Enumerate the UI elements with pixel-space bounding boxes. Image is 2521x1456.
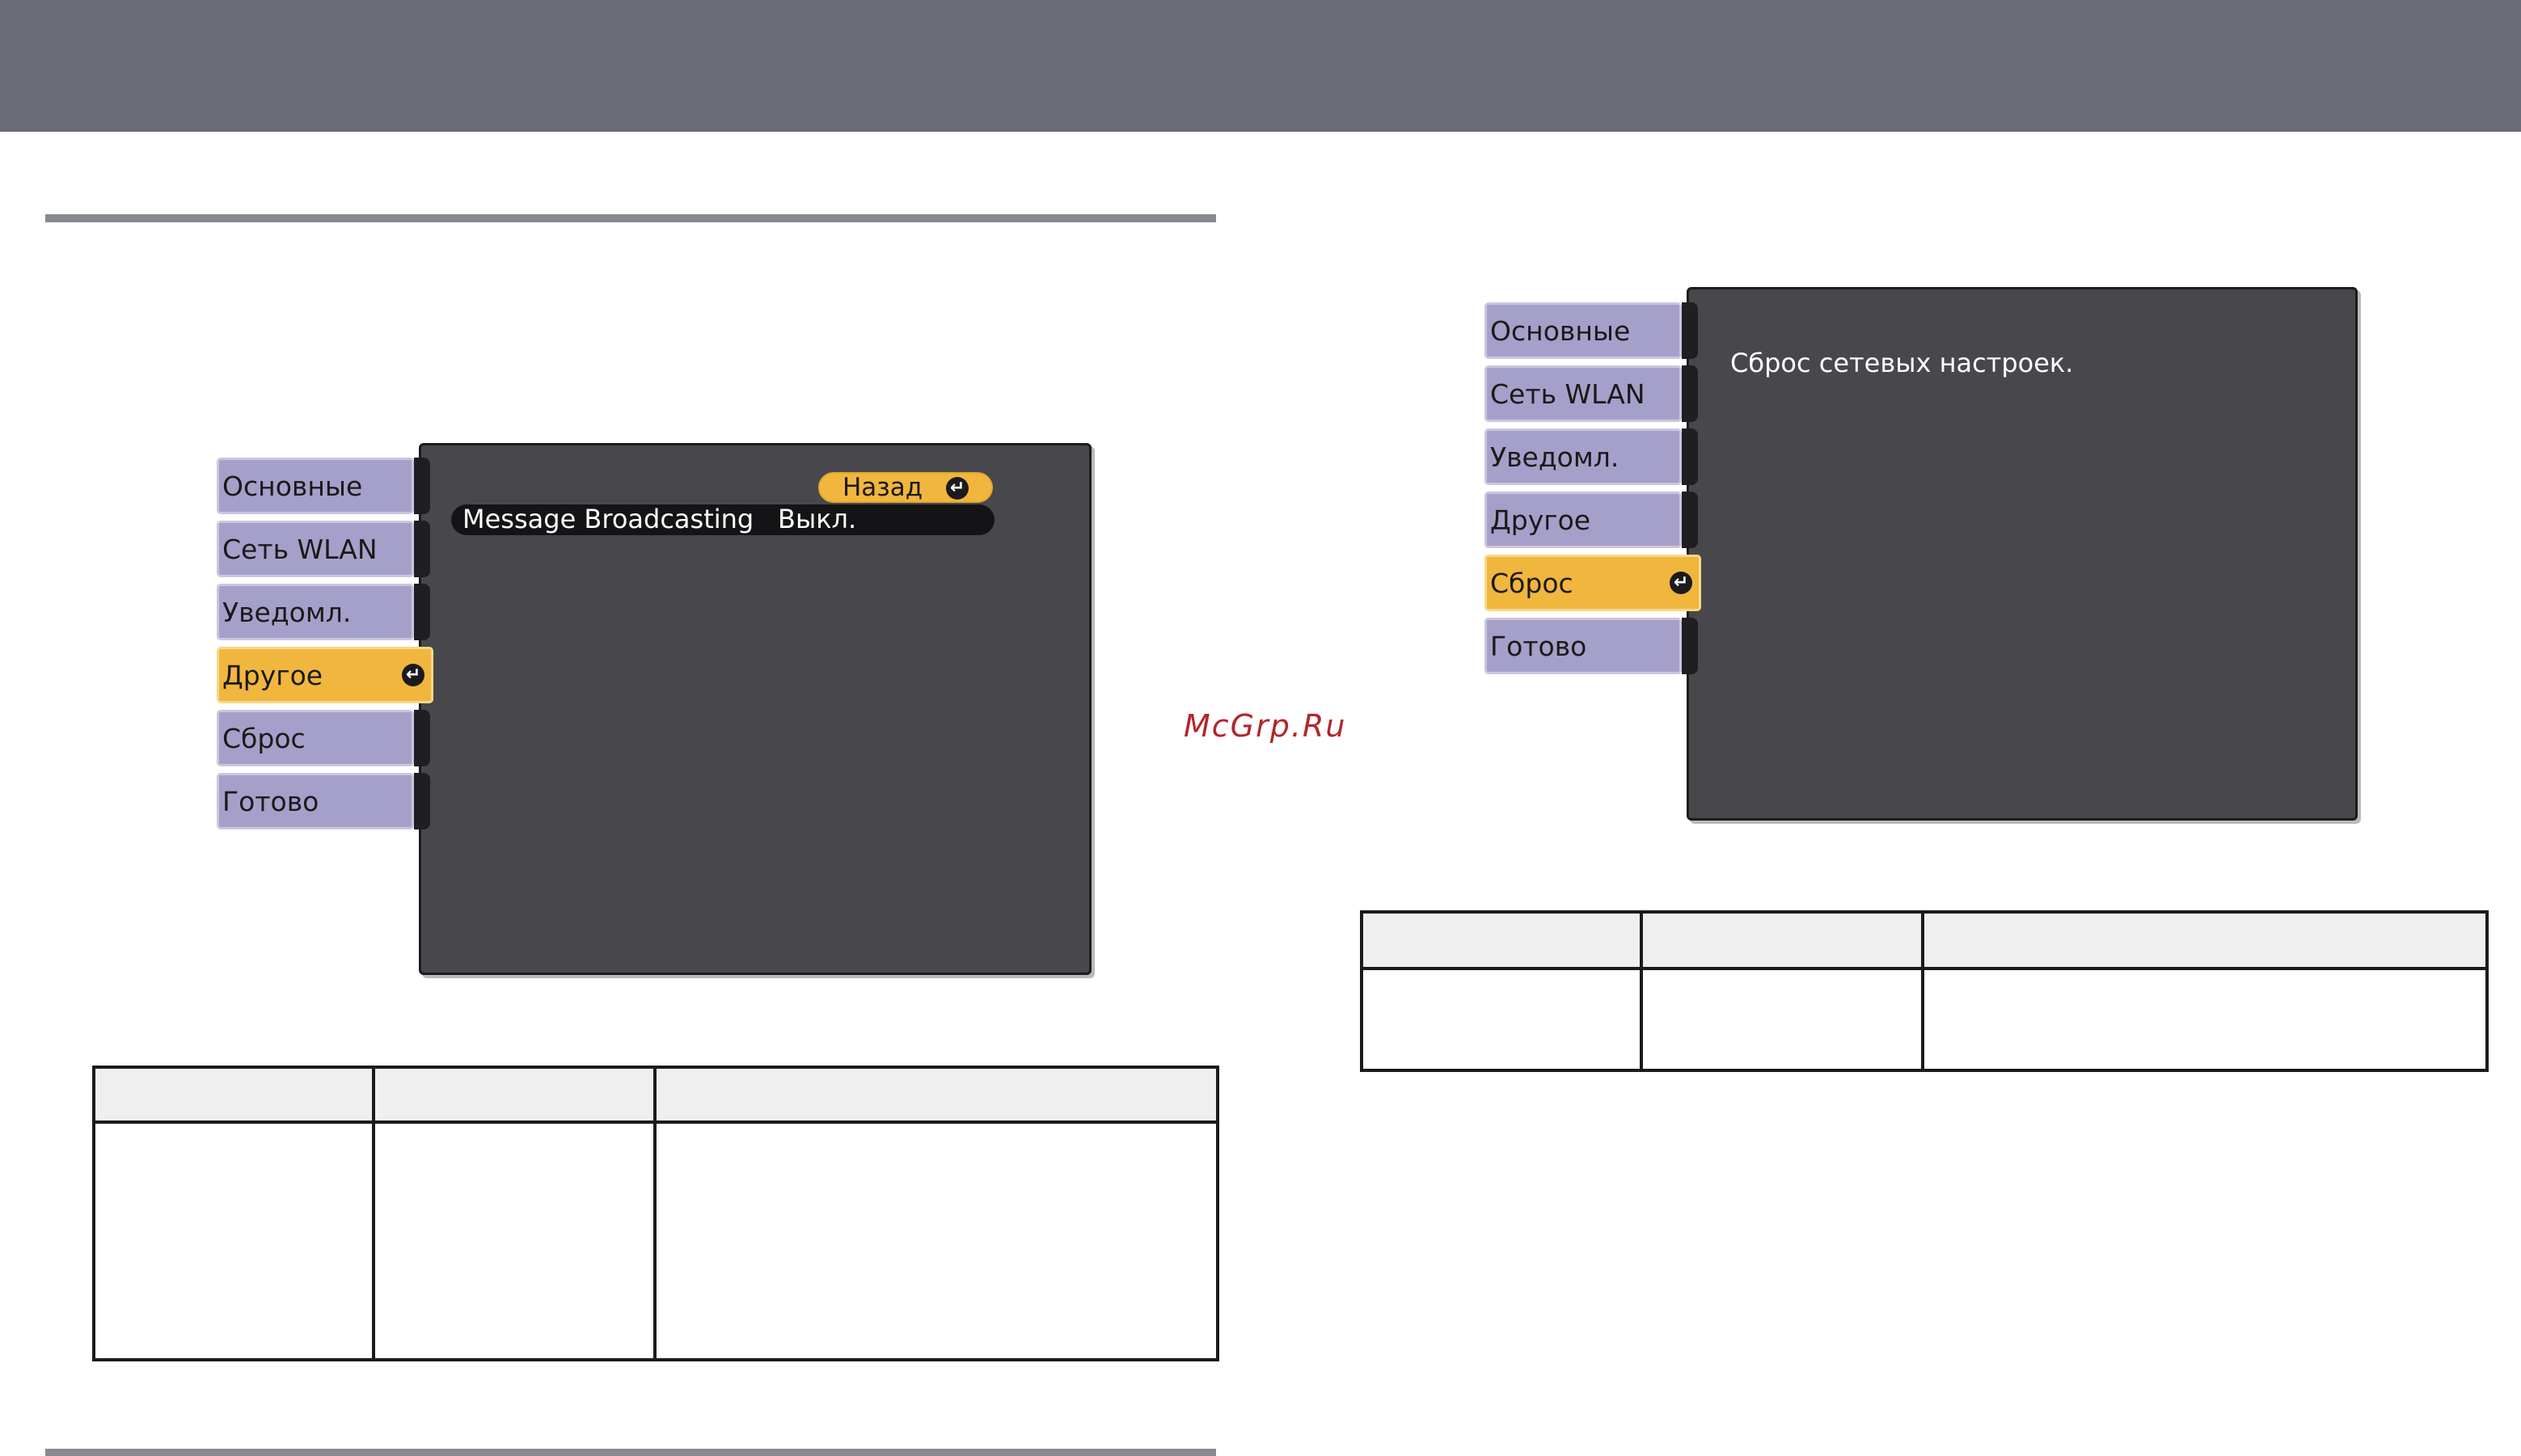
tab-label: Другое [1490, 504, 1591, 536]
enter-icon: ↵ [1670, 572, 1692, 594]
tab-label: Основные [222, 471, 363, 502]
tab-done[interactable]: Готово [1484, 618, 1682, 674]
enter-icon: ↵ [946, 477, 969, 500]
table-header-cell [1640, 910, 1924, 970]
tab-label: Сеть WLAN [222, 534, 378, 565]
table-cell [653, 1120, 1219, 1361]
reset-message: Сброс сетевых настроек. [1730, 348, 2074, 378]
tab-notch [414, 458, 430, 514]
left-settings-table [92, 1066, 1219, 1361]
tab-label: Сеть WLAN [1490, 378, 1645, 410]
tab-notch [1682, 428, 1698, 485]
table-cell [372, 1120, 657, 1361]
tab-basic[interactable]: Основные [1484, 302, 1682, 359]
tab-notch [1682, 618, 1698, 674]
tab-label: Сброс [1490, 568, 1573, 599]
setting-value[interactable]: Выкл. [778, 504, 856, 534]
tab-reset[interactable]: Сброс [217, 710, 414, 766]
back-button[interactable]: Назад ↵ [818, 472, 993, 503]
tab-notch [1682, 302, 1698, 359]
table-header-cell [1360, 910, 1643, 970]
tab-other[interactable]: Другое ↵ [217, 647, 433, 703]
tab-notch [1682, 492, 1698, 548]
table-header-cell [92, 1066, 375, 1124]
tab-notch [414, 584, 430, 640]
tab-wlan[interactable]: Сеть WLAN [217, 521, 414, 577]
tab-basic[interactable]: Основные [217, 458, 414, 514]
tab-notch [1682, 365, 1698, 422]
table-header-cell [653, 1066, 1219, 1124]
tab-label: Сброс [222, 723, 306, 754]
header-band [0, 0, 2521, 132]
table-cell [92, 1120, 375, 1361]
tab-label: Готово [222, 786, 319, 817]
tab-other[interactable]: Другое [1484, 492, 1682, 548]
tab-done[interactable]: Готово [217, 773, 414, 829]
section-rule-top [45, 214, 1216, 222]
tab-notch [414, 710, 430, 766]
watermark: McGrp.Ru [1184, 708, 1347, 744]
tab-notch [414, 521, 430, 577]
table-cell [1360, 967, 1643, 1072]
tab-label: Другое [222, 660, 323, 691]
back-button-label: Назад [842, 473, 923, 502]
tab-notifications[interactable]: Уведомл. [217, 584, 414, 640]
tab-notch [414, 773, 430, 829]
table-header-cell [1921, 910, 2489, 970]
right-settings-table [1360, 910, 2489, 1072]
tab-notifications[interactable]: Уведомл. [1484, 428, 1682, 485]
tab-label: Основные [1490, 315, 1631, 347]
setting-name: Message Broadcasting [462, 504, 754, 534]
table-cell [1640, 967, 1924, 1072]
tab-wlan[interactable]: Сеть WLAN [1484, 365, 1682, 422]
table-header-cell [372, 1066, 657, 1124]
tab-label: Уведомл. [222, 597, 352, 628]
enter-icon: ↵ [402, 664, 424, 686]
tab-reset[interactable]: Сброс ↵ [1484, 555, 1701, 611]
section-rule-bottom [45, 1449, 1216, 1456]
table-cell [1921, 967, 2489, 1072]
tab-label: Готово [1490, 631, 1587, 662]
tab-label: Уведомл. [1490, 441, 1619, 473]
